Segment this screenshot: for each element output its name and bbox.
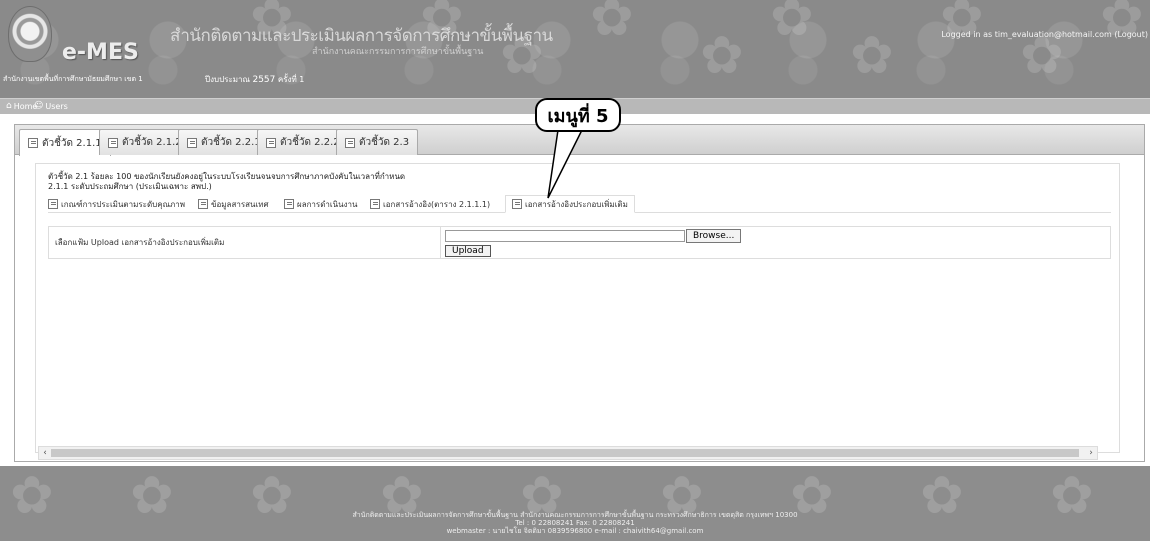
upload-button[interactable]: Upload [445, 245, 491, 257]
tab-indicator-2-3[interactable]: ตัวชี้วัด 2.3 [336, 129, 419, 155]
header-subtitle: สำนักงานคณะกรรมการการศึกษาขั้นพื้นฐาน [312, 47, 484, 57]
ministry-seal-logo [8, 6, 52, 62]
tab-label: ตัวชี้วัด 2.2.2 [280, 137, 340, 148]
brand-logo: e-MES [62, 40, 139, 65]
tab-indicator-2-2-1[interactable]: ตัวชี้วัด 2.2.1 [178, 129, 270, 155]
tab-label: ตัวชี้วัด 2.1.2 [122, 137, 182, 148]
page-icon [108, 137, 118, 148]
browse-button[interactable]: Browse... [686, 229, 742, 243]
flower-decoration-icon: ✿ [770, 0, 814, 48]
subtab-label: ข้อมูลสารสนเทศ [211, 199, 269, 209]
budget-round: ครั้งที่ 1 [277, 75, 305, 84]
subtab-criteria[interactable]: เกณฑ์การประเมินตามระดับคุณภาพ [48, 195, 185, 213]
page-icon [48, 199, 58, 209]
budget-year-info: ปีงบประมาณ 2557 ครั้งที่ 1 [205, 73, 304, 86]
subtab-reference-table[interactable]: เอกสารอ้างอิง(ตาราง 2.1.1.1) [370, 195, 490, 213]
page-icon [512, 199, 522, 209]
flower-decoration-icon: ✿ [700, 26, 744, 86]
page-icon [370, 199, 380, 209]
scroll-right-icon[interactable]: › [1085, 447, 1097, 459]
flower-decoration-icon: ✿ [850, 26, 894, 86]
nav-item-home[interactable]: ⌂ Home [6, 101, 37, 111]
page-icon [187, 137, 197, 148]
page-icon [284, 199, 294, 209]
scrollbar-thumb[interactable] [51, 449, 1079, 457]
tab-indicator-2-2-2[interactable]: ตัวชี้วัด 2.2.2 [257, 129, 349, 155]
footer-webmaster: webmaster : นายไชโย จิตติมา 0839596800 e… [446, 527, 704, 535]
page-icon [266, 137, 276, 148]
users-icon: ☺ [34, 101, 44, 111]
logged-in-status[interactable]: Logged in as tim_evaluation@hotmail.com … [941, 30, 1148, 39]
home-icon: ⌂ [6, 101, 12, 111]
subtab-results[interactable]: ผลการดำเนินงาน [284, 195, 357, 213]
page-scrollbar[interactable] [1150, 0, 1161, 541]
footer: ✿ ✿ ✿ ✿ ✿ ✿ ✿ ✿ ✿ สำนักติดตามและประเมินผ… [0, 466, 1150, 541]
upload-label: เลือกแฟ้ม Upload เอกสารอ้างอิงประกอบเพิ่… [49, 227, 441, 258]
tab-label: ตัวชี้วัด 2.1.1 [42, 137, 102, 149]
subtab-information[interactable]: ข้อมูลสารสนเทศ [198, 195, 269, 213]
callout-label: เมนูที่ 5 [535, 98, 621, 132]
budget-year: 2557 [252, 75, 276, 85]
page-icon [28, 138, 38, 148]
tab-indicator-2-1-2[interactable]: ตัวชี้วัด 2.1.2 [99, 129, 191, 155]
subtab-label: เกณฑ์การประเมินตามระดับคุณภาพ [61, 199, 186, 209]
file-path-input[interactable] [445, 230, 685, 242]
subtab-label: ผลการดำเนินงาน [297, 199, 358, 209]
footer-phone: Tel : 0 22808241 Fax: 0 22808241 [515, 519, 635, 527]
horizontal-scrollbar[interactable]: ‹ › [38, 446, 1098, 460]
nav-item-label: Users [45, 101, 68, 111]
footer-address: สำนักติดตามและประเมินผลการจัดการศึกษาขั้… [352, 511, 798, 519]
indicator-content: ตัวชี้วัด 2.1 ร้อยละ 100 ของนักเรียนยังค… [35, 163, 1120, 453]
office-name: สำนักงานเขตพื้นที่การศึกษามัธยมศึกษา เขต… [3, 75, 143, 83]
page-icon [345, 137, 355, 148]
page-icon [198, 199, 208, 209]
header-banner: ✿ ✿ ✿ ✿ ✿ ✿ ✿ ✿ ✿ ✿ e-MES สำนักติดตามและ… [0, 0, 1150, 98]
subtab-label: เอกสารอ้างอิง(ตาราง 2.1.1.1) [383, 199, 491, 209]
callout-pointer [547, 129, 584, 199]
flower-decoration-icon: ✿ [590, 0, 634, 48]
scroll-left-icon[interactable]: ‹ [39, 447, 51, 459]
tab-indicator-2-1-1[interactable]: ตัวชี้วัด 2.1.1 [19, 129, 111, 156]
nav-item-users[interactable]: ☺ Users [34, 101, 68, 111]
upload-form: เลือกแฟ้ม Upload เอกสารอ้างอิงประกอบเพิ่… [48, 226, 1111, 259]
tab-label: ตัวชี้วัด 2.3 [359, 137, 410, 148]
upload-controls: Browse... Upload [441, 227, 1110, 258]
budget-label: ปีงบประมาณ [205, 75, 250, 84]
tab-label: ตัวชี้วัด 2.2.1 [201, 137, 261, 148]
